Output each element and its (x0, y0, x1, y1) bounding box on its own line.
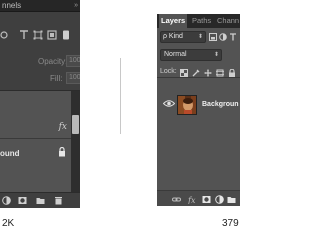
link-icon[interactable] (0, 30, 10, 40)
left-tab-bar: nnels » (0, 0, 80, 12)
layer-name: Backgroun (202, 101, 239, 108)
fill-field[interactable]: 100% (66, 72, 80, 84)
left-layers-panel: nnels » Opacity: 100% Fill: 100% fx ound (0, 0, 80, 208)
layers-bottom-toolbar: fx (157, 190, 240, 206)
left-layer-list: fx ound (0, 91, 80, 192)
transform-icon[interactable] (33, 30, 43, 40)
channels-tab[interactable]: nnels (2, 1, 21, 10)
blend-mode-label: Normal (164, 51, 187, 58)
fx-icon[interactable]: fx (59, 122, 67, 132)
blend-mode-select[interactable]: Normal ⬍ (160, 49, 222, 61)
lock-artboard-icon[interactable] (216, 69, 224, 77)
right-caption: 379 (222, 218, 239, 229)
opacity-field[interactable]: 100% (66, 55, 80, 67)
lock-all-icon[interactable] (228, 69, 236, 77)
opacity-row: Opacity: 100% (0, 55, 80, 69)
layer-list: Backgroun (157, 77, 240, 190)
panel-tab-bar: Layers Paths Chann (157, 14, 240, 28)
lock-label: Lock: (160, 68, 177, 75)
opacity-label: Opacity: (38, 57, 68, 66)
adjustment-filter-icon[interactable] (219, 33, 227, 41)
collapse-panel-icon[interactable]: » (74, 2, 78, 9)
background-layer-row[interactable]: ound (0, 139, 80, 171)
lock-icon (59, 147, 65, 157)
pixel-filter-icon[interactable] (209, 33, 217, 41)
scrollbar-thumb[interactable] (72, 115, 79, 134)
left-bottom-toolbar (0, 192, 80, 208)
trash-icon[interactable] (54, 196, 63, 205)
folder-icon[interactable] (227, 195, 236, 204)
mask-icon[interactable] (18, 196, 27, 205)
vertical-divider (120, 58, 121, 134)
adjustment-icon[interactable] (2, 196, 11, 205)
layer-thumbnail (177, 95, 197, 115)
fill-label: Fill: (50, 74, 63, 83)
thumbnail-image (178, 96, 196, 114)
svg-text:fx: fx (188, 196, 196, 204)
select-arrows-icon: ⬍ (197, 34, 203, 40)
select-arrows-icon: ⬍ (213, 52, 219, 58)
left-caption: 2K (2, 218, 15, 229)
link-icon[interactable] (172, 195, 181, 204)
left-filter-icon-row (0, 28, 80, 46)
background-layer-row[interactable]: Backgroun (157, 92, 240, 116)
lock-pixels-icon[interactable] (192, 69, 200, 77)
fx-icon[interactable]: fx (188, 195, 197, 204)
artboard-icon[interactable] (47, 30, 57, 40)
kind-filter-select[interactable]: ρ Kind ⬍ (160, 31, 206, 43)
smart-object-icon[interactable] (61, 30, 71, 40)
tab-layers[interactable]: Layers (159, 14, 188, 28)
folder-icon[interactable] (36, 196, 45, 205)
type-filter-icon[interactable] (229, 33, 237, 41)
tab-paths[interactable]: Paths (190, 14, 213, 28)
kind-label: ρ Kind (163, 33, 183, 40)
text-layer-icon[interactable] (19, 30, 29, 40)
layer-name: ound (0, 149, 20, 158)
scrollbar[interactable] (71, 91, 80, 192)
lock-position-icon[interactable] (204, 69, 212, 77)
tab-channels[interactable]: Chann (215, 14, 240, 28)
fill-row: Fill: 100% (0, 72, 80, 86)
adjustment-icon[interactable] (215, 195, 224, 204)
mask-icon[interactable] (202, 195, 211, 204)
layer-row[interactable]: fx (0, 91, 80, 139)
lock-transparency-icon[interactable] (180, 69, 188, 77)
eye-visibility-icon[interactable] (163, 99, 175, 108)
right-layers-panel: Layers Paths Chann ρ Kind ⬍ Normal ⬍ Loc… (157, 14, 240, 206)
